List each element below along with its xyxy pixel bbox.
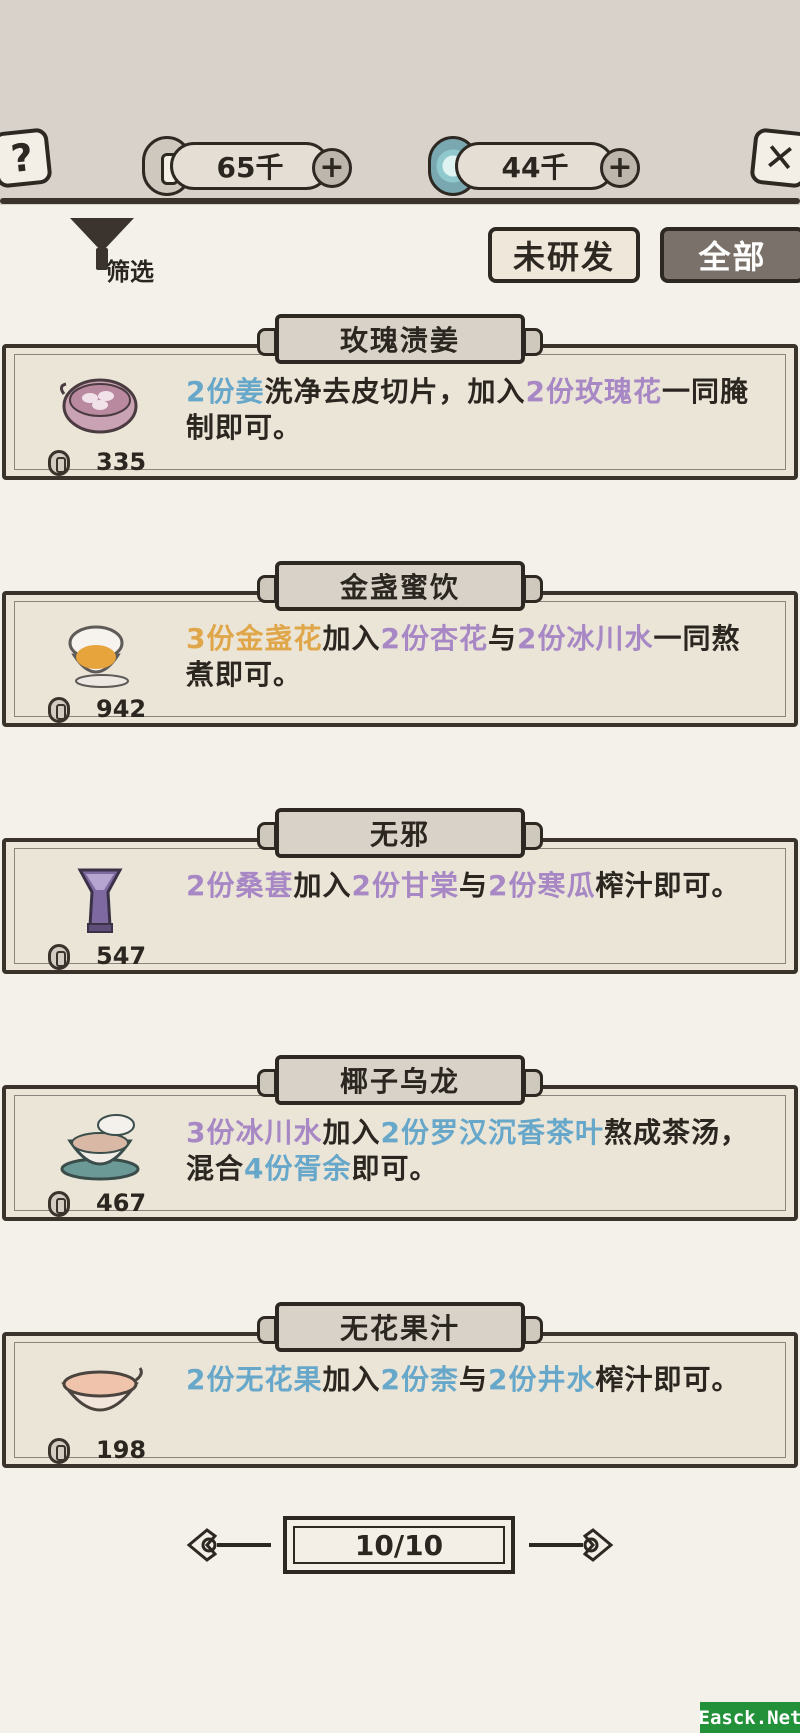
description-text: 与 [487,622,517,655]
close-button[interactable]: ✕ [749,127,800,189]
recipe-title: 无邪 [257,808,543,858]
tab-all[interactable]: 全部 [660,227,800,283]
recipe-price: 335 [96,448,147,476]
add-coins-button[interactable]: + [312,148,352,188]
description-text: 与 [458,1363,488,1396]
coin-icon [48,697,70,723]
description-text: 即可。 [351,1152,439,1185]
filter-button[interactable]: 筛选 [70,218,180,286]
description-text: 榨汁即可。 [595,1363,741,1396]
ingredient-text: 2份玫瑰花 [525,375,662,408]
next-page-arrow-icon[interactable] [525,1524,615,1566]
ingredient-text: 2份杏花 [380,622,488,655]
description-text: 加入 [293,869,352,902]
peach-bowl-icon [61,1367,143,1412]
top-bar-divider [0,198,800,204]
close-x-icon: ✕ [761,134,799,182]
filter-label: 筛选 [106,258,154,286]
plus-icon: + [607,150,633,185]
recipe-description: 3份金盏花加入2份杏花与2份冰川水一同熬煮即可。 [186,621,766,693]
coin-icon [48,944,70,970]
teal-teacup-icon [60,1114,140,1181]
top-bar [0,0,800,205]
teacup-icon [68,625,129,688]
ingredient-text: 2份无花果 [186,1363,323,1396]
page-number: 10/10 [354,1528,444,1562]
tab-undeveloped[interactable]: 未研发 [488,227,640,283]
description-text: 洗净去皮切片，加入 [264,375,526,408]
purple-vase-icon [77,868,123,933]
ingredient-text: 2份罗汉沉香茶叶 [380,1116,604,1149]
ingredient-text: 3份冰川水 [186,1116,323,1149]
add-jade-button[interactable]: + [600,148,640,188]
recipe-card[interactable]: 金盏蜜饮 942 3份金盏花加入2份杏花与2份冰川水一同熬煮即可。 [0,561,800,731]
ingredient-text: 2份桑葚 [186,869,294,902]
question-mark-icon: ? [8,134,36,182]
description-text: 榨汁即可。 [595,869,741,902]
recipe-description: 3份冰川水加入2份罗汉沉香茶叶熬成茶汤，混合4份胥余即可。 [186,1115,766,1187]
ingredient-text: 4份胥余 [244,1152,352,1185]
ingredient-text: 2份寒瓜 [488,869,596,902]
recipe-title: 金盏蜜饮 [257,561,543,611]
recipe-price: 198 [96,1436,147,1464]
recipe-description: 2份无花果加入2份柰与2份井水榨汁即可。 [186,1362,766,1398]
coin-icon [48,1438,70,1464]
recipe-price: 942 [96,695,147,723]
coin-icon [48,450,70,476]
jade-balance: 44千 [455,142,615,190]
description-text: 加入 [322,1116,381,1149]
funnel-icon [70,218,134,252]
ingredient-text: 2份甘棠 [351,869,459,902]
recipe-description: 2份桑葚加入2份甘棠与2份寒瓜榨汁即可。 [186,868,766,904]
ingredient-text: 2份姜 [186,375,265,408]
ingredient-text: 2份柰 [380,1363,459,1396]
description-text: 加入 [322,622,381,655]
coin-amount: 65千 [216,151,284,184]
recipe-card[interactable]: 无邪 547 2份桑葚加入2份甘棠与2份寒瓜榨汁即可。 [0,808,800,978]
jade-amount: 44千 [501,151,569,184]
description-text: 加入 [322,1363,381,1396]
plus-icon: + [319,150,345,185]
recipe-card[interactable]: 玫瑰渍姜 335 2份姜洗净去皮切片，加入2份玫瑰花一同腌制即可。 [0,314,800,484]
ingredient-text: 3份金盏花 [186,622,323,655]
recipe-card[interactable]: 椰子乌龙 467 3份冰川水加入2份罗汉沉香茶叶熬成茶汤，混合4份胥余即可。 [0,1055,800,1225]
pink-bowl-icon [59,378,138,434]
description-text: 与 [458,869,488,902]
help-button[interactable]: ? [0,127,53,189]
recipe-title: 无花果汁 [257,1302,543,1352]
watermark: Easck.Net [699,1702,800,1733]
coin-icon [48,1191,70,1217]
coin-balance: 65千 [170,142,330,190]
pagination: 10/10 [0,1510,800,1580]
ingredient-text: 2份冰川水 [517,622,654,655]
recipe-price: 547 [96,942,147,970]
recipe-price: 467 [96,1189,147,1217]
page-indicator: 10/10 [283,1516,515,1574]
recipe-description: 2份姜洗净去皮切片，加入2份玫瑰花一同腌制即可。 [186,374,766,446]
recipe-title: 玫瑰渍姜 [257,314,543,364]
recipe-title: 椰子乌龙 [257,1055,543,1105]
prev-page-arrow-icon[interactable] [185,1524,275,1566]
ingredient-text: 2份井水 [488,1363,596,1396]
recipe-card[interactable]: 无花果汁 198 2份无花果加入2份柰与2份井水榨汁即可。 [0,1302,800,1472]
